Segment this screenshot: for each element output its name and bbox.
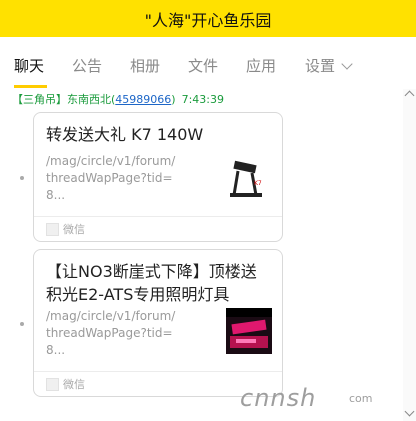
lamp-product-thumbnail: K7: [226, 157, 272, 203]
svg-text:K7: K7: [254, 180, 262, 187]
tab-apps[interactable]: 应用: [246, 55, 276, 76]
active-tab-indicator: [14, 85, 47, 88]
tab-settings[interactable]: 设置: [305, 55, 335, 76]
light-fixture-thumbnail: [226, 308, 272, 354]
sender-name: 【三角吊】东南西北(: [12, 93, 116, 106]
window-titlebar: "人海"开心鱼乐园: [0, 0, 416, 37]
share-card[interactable]: 转发送大礼 K7 140W /mag/circle/v1/forum/threa…: [33, 112, 283, 242]
tab-announcement[interactable]: 公告: [72, 55, 102, 76]
card-divider: [34, 371, 282, 372]
card-url: /mag/circle/v1/forum/threadWapPage?tid=8…: [46, 309, 176, 357]
card-source-label: 微信: [63, 378, 85, 391]
card-url: /mag/circle/v1/forum/threadWapPage?tid=8…: [46, 154, 176, 202]
sender-qq-link[interactable]: 45989066: [115, 93, 171, 106]
site-watermark: cnnsh: [240, 384, 317, 412]
message-bullet: [20, 176, 24, 180]
site-watermark-sub: com: [349, 392, 373, 405]
card-title: 【让NO3断崖式下降】顶楼送积光E2-ATS专用照明灯具: [46, 262, 257, 304]
scrollbar[interactable]: [403, 89, 416, 421]
tab-album[interactable]: 相册: [130, 55, 160, 76]
card-divider: [34, 216, 282, 217]
window-title: "人海"开心鱼乐园: [144, 10, 272, 30]
message-sender: 【三角吊】东南西北(45989066) 7:43:39: [12, 91, 224, 107]
wechat-icon: [46, 377, 59, 391]
tab-bar: 聊天 公告 相册 文件 应用 设置: [0, 37, 416, 103]
tab-files[interactable]: 文件: [188, 55, 218, 76]
share-card[interactable]: 【让NO3断崖式下降】顶楼送积光E2-ATS专用照明灯具 /mag/circle…: [33, 249, 283, 397]
chevron-down-icon[interactable]: [341, 58, 353, 70]
card-source-label: 微信: [63, 223, 85, 236]
sender-close-paren: ): [171, 93, 176, 106]
tab-chat[interactable]: 聊天: [14, 55, 44, 76]
message-time: 7:43:39: [181, 93, 224, 106]
message-bullet: [20, 322, 24, 326]
card-source: 微信: [46, 221, 85, 237]
card-title: 转发送大礼 K7 140W: [46, 125, 204, 144]
card-source: 微信: [46, 376, 85, 392]
wechat-icon: [46, 222, 59, 236]
